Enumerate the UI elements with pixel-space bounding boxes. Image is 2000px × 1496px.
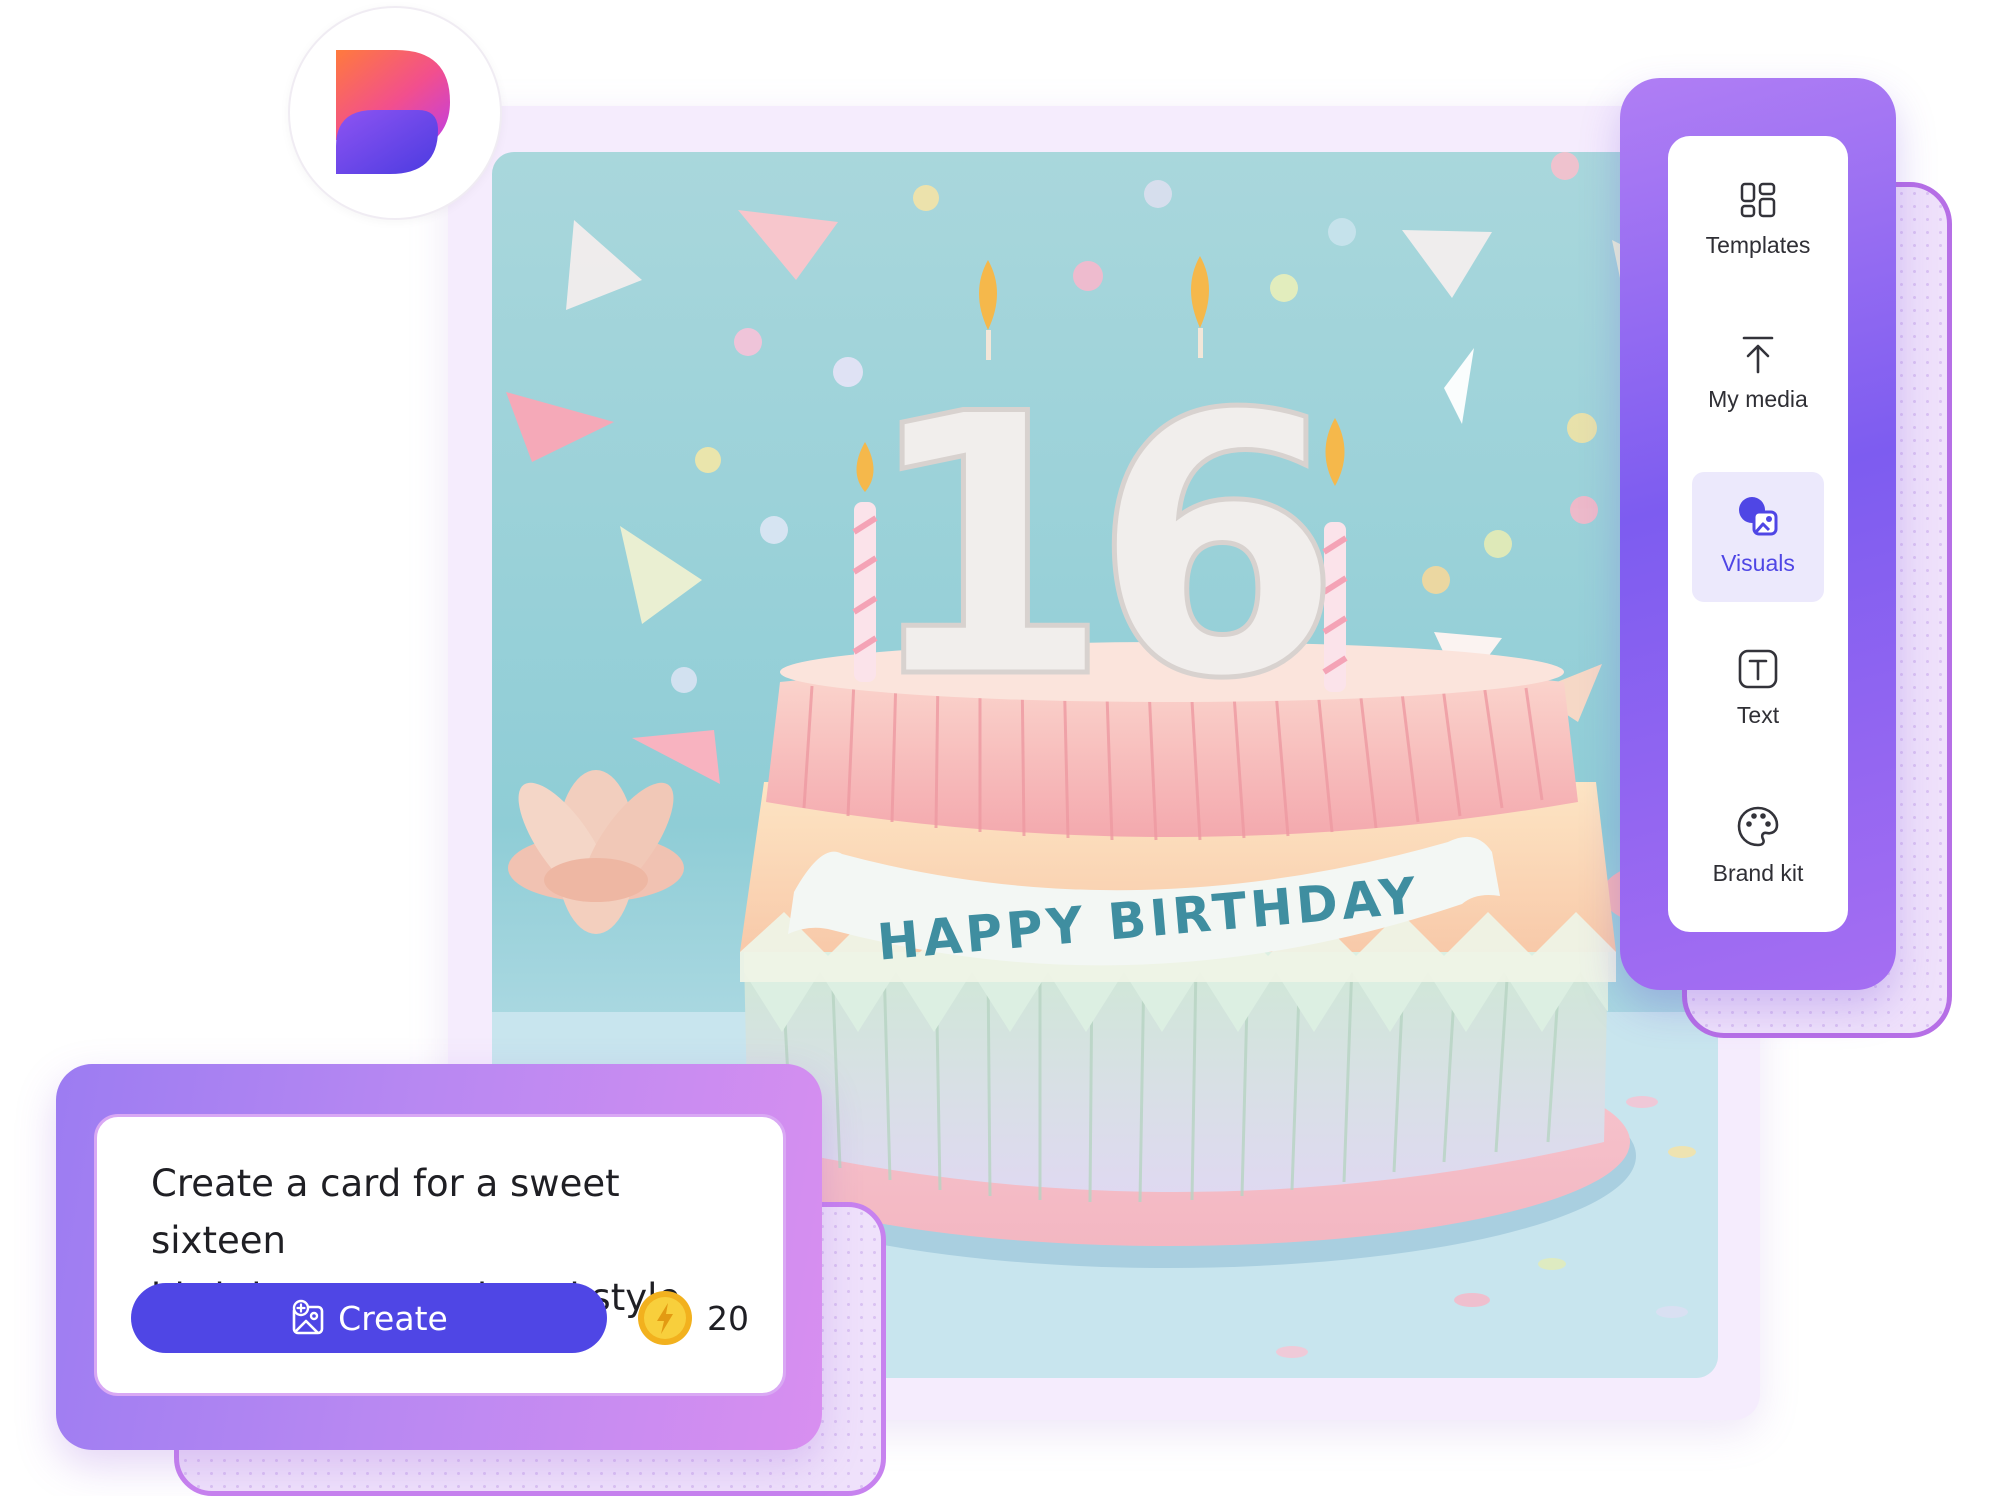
prompt-card-body: Create a card for a sweet sixteen birthd… [94, 1114, 786, 1396]
create-image-icon [292, 1299, 324, 1335]
tool-label: Text [1736, 702, 1780, 728]
tools-panel-menu: Templates My media Visuals Text Brand ki… [1668, 136, 1848, 932]
credits-indicator: 20 [637, 1285, 749, 1351]
tool-label: Visuals [1721, 550, 1795, 576]
designer-logo[interactable] [288, 6, 502, 220]
candle-right [1322, 418, 1348, 692]
tool-visuals[interactable]: Visuals [1692, 472, 1824, 602]
tool-label: My media [1708, 386, 1808, 412]
prompt-text-line: Create a card for a sweet sixteen [151, 1162, 620, 1262]
palette-icon [1737, 806, 1779, 847]
create-button[interactable]: Create [131, 1283, 607, 1353]
create-button-label: Create [338, 1298, 448, 1338]
tool-text[interactable]: Text [1692, 626, 1824, 756]
templates-icon [1740, 182, 1776, 218]
tool-label: Brand kit [1712, 860, 1804, 886]
tool-my-media[interactable]: My media [1692, 312, 1824, 442]
tool-brand-kit[interactable]: Brand kit [1692, 782, 1824, 912]
text-icon [1738, 649, 1778, 689]
credits-count: 20 [707, 1298, 749, 1338]
cake-number: 16 [862, 338, 1329, 757]
logo-lower-shape [336, 110, 438, 174]
tool-templates[interactable]: Templates [1692, 158, 1824, 288]
tool-label: Templates [1705, 232, 1811, 258]
boost-coin-icon [638, 1291, 692, 1345]
visuals-icon [1739, 497, 1778, 536]
upload-icon [1742, 336, 1774, 374]
